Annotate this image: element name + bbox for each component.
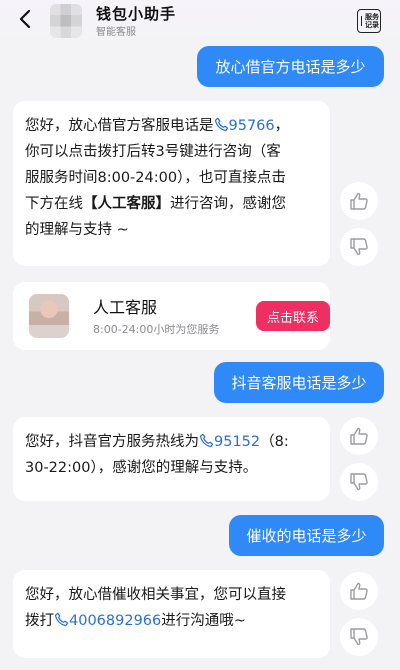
thumbs-down-icon: [350, 473, 368, 491]
bot-message: 您好，放心借官方客服电话是 95766， 你可以点击拨打后转3号键进行咨询（客 服…: [13, 101, 330, 266]
phone-link[interactable]: 95152: [199, 433, 260, 450]
bot-line: 您好，放心借催收相关事宜，您可以直接: [25, 587, 286, 603]
back-arrow-icon[interactable]: [14, 6, 36, 32]
bot-line: 您好，放心借官方客服电话是 95766，: [25, 113, 318, 139]
agent-name: 人工客服: [93, 298, 158, 317]
assistant-avatar: [50, 4, 82, 38]
bot-text: 您好，抖音官方服务热线为: [25, 434, 199, 450]
phone-icon: [199, 433, 214, 448]
service-record-icon: 服务 记录: [357, 9, 381, 33]
bot-message: 您好，放心借催收相关事宜，您可以直接 拨打 4006892966进行沟通哦~: [13, 570, 330, 658]
bot-line: 30-22:00），感谢您的理解与支持。: [25, 460, 258, 476]
thumbs-up-icon: [350, 582, 368, 600]
user-message[interactable]: 抖音客服电话是多少: [214, 362, 384, 403]
thumbs-up-button[interactable]: [340, 182, 378, 220]
phone-number[interactable]: 4006892966: [69, 613, 161, 629]
thumbs-down-icon: [350, 628, 368, 646]
service-record-button[interactable]: 服务 记录: [356, 8, 382, 34]
bot-text: 拨打: [25, 613, 54, 629]
bot-line: 你可以点击拨打后转3号键进行咨询（客: [25, 144, 281, 160]
thumbs-up-button[interactable]: [340, 417, 378, 455]
human-agent-card: 人工客服 8:00-24:00小时为您服务 点击联系: [13, 282, 330, 350]
thumbs-up-icon: [350, 427, 368, 445]
service-record-label-2: 记录: [365, 21, 379, 29]
phone-link[interactable]: 95766: [214, 117, 275, 134]
bot-message: 您好，抖音官方服务热线为 95152（8: 30-22:00），感谢您的理解与支持…: [13, 417, 330, 501]
human-agent-link[interactable]: 【人工客服】: [83, 196, 170, 212]
user-message[interactable]: 催收的电话是多少: [229, 515, 384, 556]
agent-hours: 8:00-24:00小时为您服务: [93, 323, 220, 336]
bot-text: 下方在线: [25, 196, 83, 212]
bot-line: 拨打 4006892966进行沟通哦~: [25, 608, 318, 634]
thumbs-up-button[interactable]: [340, 572, 378, 610]
page-subtitle: 智能客服: [96, 27, 136, 38]
phone-icon: [214, 117, 228, 132]
phone-icon: [54, 612, 69, 627]
thumbs-up-icon: [350, 192, 368, 210]
agent-avatar: [29, 294, 69, 338]
bot-text: 您好，放心借官方客服电话是: [25, 118, 214, 134]
bot-text: ，: [274, 118, 290, 134]
user-message-text: 抖音客服电话是多少: [231, 374, 367, 392]
thumbs-down-button[interactable]: [340, 228, 378, 266]
bot-text: 进行沟通哦~: [161, 613, 246, 629]
bot-line: 您好，抖音官方服务热线为 95152（8:: [25, 429, 318, 455]
user-message-text: 放心借官方电话是多少: [215, 58, 366, 76]
phone-number[interactable]: 95766: [229, 118, 275, 134]
phone-number[interactable]: 95152: [214, 434, 260, 450]
contact-agent-button[interactable]: 点击联系: [256, 301, 330, 331]
bot-text: 进行咨询，感谢您: [170, 196, 286, 212]
thumbs-down-icon: [350, 238, 368, 256]
service-record-label-1: 服务: [365, 13, 379, 21]
chat-screen: 钱包小助手 智能客服 服务 记录 放心借官方电话是多少 您好，放心借官方客服电话…: [0, 0, 400, 670]
bot-line: 的理解与支持 ~: [25, 222, 129, 238]
thumbs-down-button[interactable]: [340, 463, 378, 501]
phone-link[interactable]: 4006892966: [54, 612, 161, 629]
page-title: 钱包小助手: [96, 5, 177, 23]
bot-line: 服服务时间8:00-24:00），也可直接点击: [25, 170, 286, 186]
bot-line: 下方在线【人工客服】进行咨询，感谢您: [25, 191, 318, 217]
user-message-text: 催收的电话是多少: [246, 527, 367, 545]
thumbs-down-button[interactable]: [340, 618, 378, 656]
user-message[interactable]: 放心借官方电话是多少: [197, 46, 384, 87]
header: 钱包小助手 智能客服 服务 记录: [0, 0, 400, 44]
bot-text: （8:: [260, 434, 289, 450]
